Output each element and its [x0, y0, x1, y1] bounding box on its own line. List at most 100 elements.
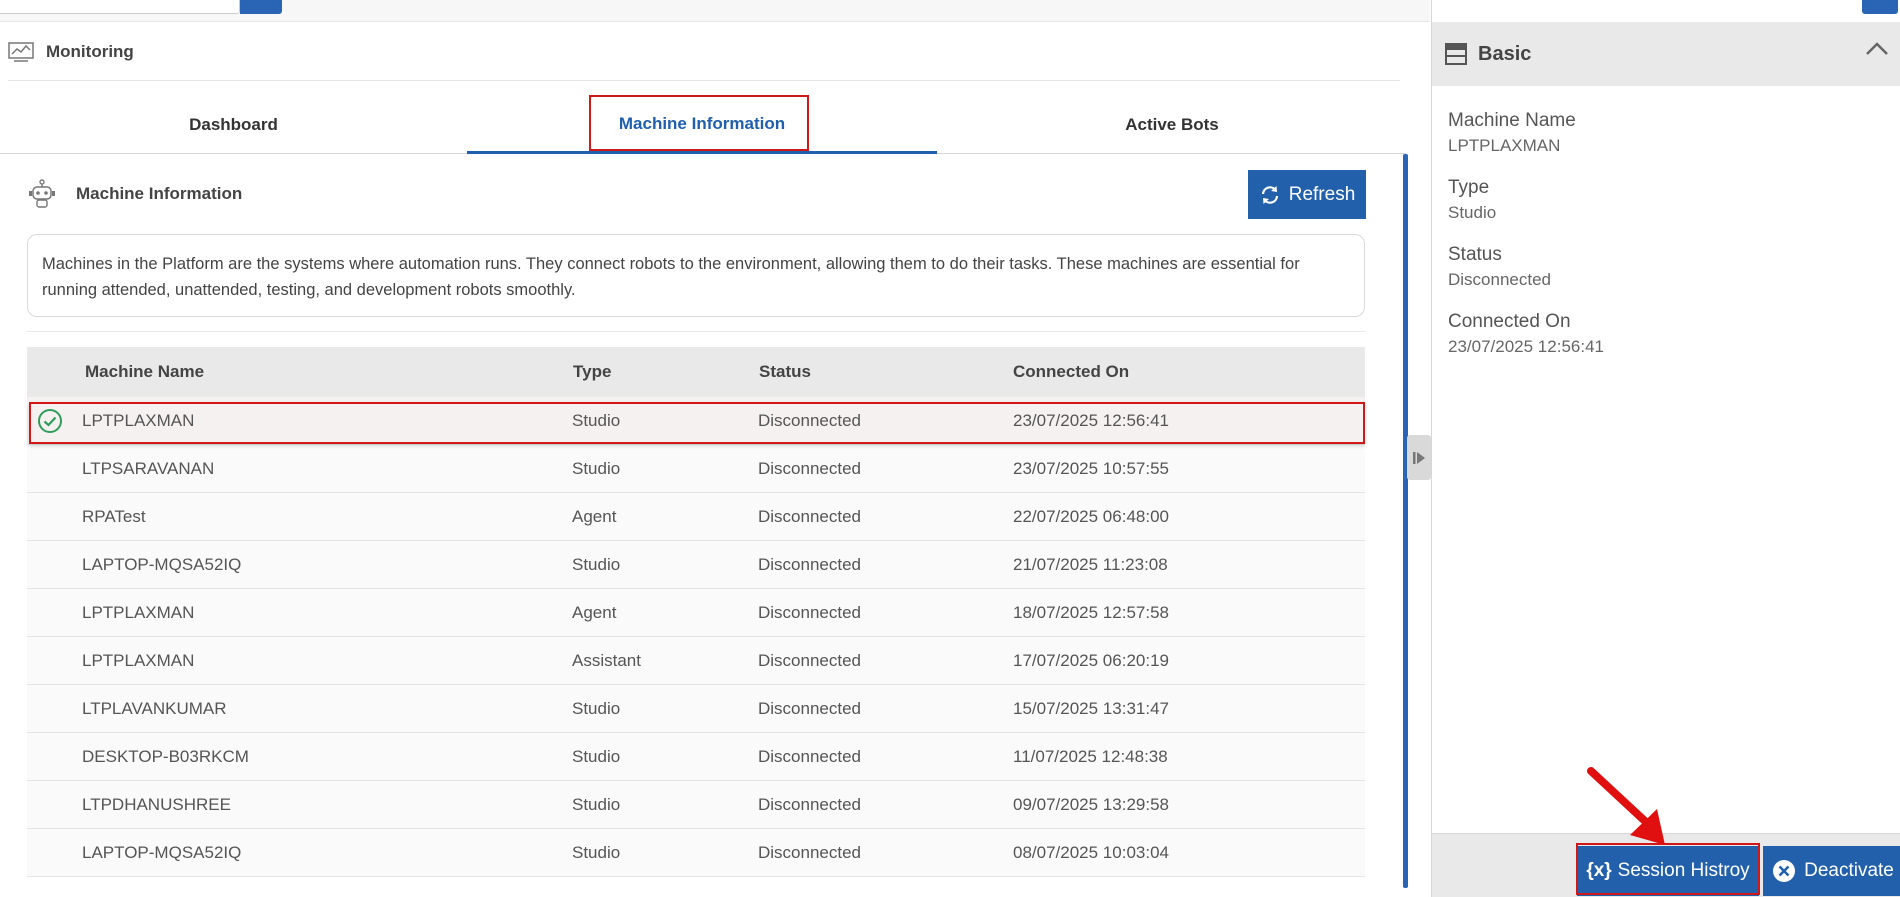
- cell-type: Studio: [572, 843, 621, 862]
- column-header-machine-name[interactable]: Machine Name: [85, 347, 204, 397]
- field-value: Studio: [1448, 203, 1497, 222]
- cell-machine-name: LPTPLAXMAN: [82, 603, 195, 622]
- cell-connected-on: 08/07/2025 10:03:04: [1013, 843, 1169, 862]
- cell-machine-name: LAPTOP-MQSA52IQ: [82, 555, 242, 574]
- field-connected-on: Connected On 23/07/2025 12:56:41: [1448, 311, 1604, 357]
- cell-type: Studio: [572, 459, 621, 478]
- collapse-panel-handle[interactable]: [1407, 435, 1431, 480]
- cell-status: Disconnected: [758, 459, 862, 478]
- variable-icon: {x}: [1586, 860, 1612, 881]
- field-label: Type: [1448, 177, 1490, 198]
- cell-status: Disconnected: [758, 603, 862, 622]
- cell-connected-on: 15/07/2025 13:31:47: [1013, 699, 1169, 718]
- cell-type: Studio: [572, 795, 621, 814]
- annotation-arrow-icon: [1587, 767, 1665, 845]
- table-row[interactable]: LAPTOP-MQSA52IQ Studio Disconnected 08/0…: [27, 829, 1365, 877]
- deactivate-button[interactable]: Deactivate: [1763, 846, 1900, 896]
- cell-type: Assistant: [572, 651, 641, 670]
- description-text: Machines in the Platform are the systems…: [42, 255, 1300, 299]
- cell-status: Disconnected: [758, 747, 862, 766]
- field-value: LPTPLAXMAN: [1448, 136, 1561, 155]
- field-label: Connected On: [1448, 311, 1571, 332]
- cell-type: Agent: [572, 603, 617, 622]
- column-header-type[interactable]: Type: [573, 347, 611, 397]
- table-row[interactable]: LTPLAVANKUMAR Studio Disconnected 15/07/…: [27, 685, 1365, 733]
- column-header-connected-on[interactable]: Connected On: [1013, 347, 1129, 397]
- cell-status: Disconnected: [758, 843, 862, 862]
- table-row[interactable]: LAPTOP-MQSA52IQ Studio Disconnected 21/0…: [27, 541, 1365, 589]
- cell-machine-name: RPATest: [82, 507, 146, 526]
- refresh-button[interactable]: Refresh: [1248, 170, 1366, 219]
- side-top-button[interactable]: [1862, 0, 1898, 14]
- basic-section-header[interactable]: Basic: [1432, 22, 1900, 86]
- refresh-label: Refresh: [1288, 183, 1356, 205]
- tab-label: Active Bots: [1125, 115, 1219, 134]
- field-status: Status Disconnected: [1448, 244, 1551, 290]
- tab-label: Dashboard: [189, 115, 278, 134]
- section-title: Monitoring: [46, 42, 134, 61]
- column-header-status[interactable]: Status: [759, 347, 811, 397]
- tab-dashboard[interactable]: Dashboard: [0, 96, 467, 154]
- chevron-up-icon[interactable]: [1864, 40, 1890, 58]
- main-area: Monitoring Dashboard Machine Information…: [0, 0, 1431, 897]
- machine-info-title: Machine Information: [76, 184, 243, 203]
- deactivate-label: Deactivate: [1804, 860, 1894, 881]
- form-icon: [1445, 43, 1467, 65]
- collapse-arrow-icon: [1413, 451, 1425, 464]
- table-row[interactable]: DESKTOP-B03RKCM Studio Disconnected 11/0…: [27, 733, 1365, 781]
- search-button[interactable]: [240, 0, 282, 14]
- field-value: 23/07/2025 12:56:41: [1448, 337, 1604, 356]
- table-row[interactable]: LTPSARAVANAN Studio Disconnected 23/07/2…: [27, 445, 1365, 493]
- cell-machine-name: DESKTOP-B03RKCM: [82, 747, 249, 766]
- tab-label: Machine Information: [618, 113, 786, 133]
- description-box: Machines in the Platform are the systems…: [27, 234, 1365, 317]
- cell-status: Disconnected: [758, 555, 862, 574]
- monitoring-heading: Monitoring: [8, 40, 134, 64]
- cell-type: Agent: [572, 507, 617, 526]
- table-row[interactable]: RPATest Agent Disconnected 22/07/2025 06…: [27, 493, 1365, 541]
- side-top-bar: [1432, 0, 1900, 22]
- tab-active-bots[interactable]: Active Bots: [937, 96, 1407, 154]
- cell-status: Disconnected: [758, 651, 862, 670]
- cell-type: Studio: [572, 411, 621, 430]
- cell-connected-on: 18/07/2025 12:57:58: [1013, 603, 1169, 622]
- field-machine-name: Machine Name LPTPLAXMAN: [1448, 110, 1576, 156]
- cell-status: Disconnected: [758, 699, 862, 718]
- session-history-label: Session Histroy: [1617, 860, 1750, 881]
- cell-status: Disconnected: [758, 795, 862, 814]
- cell-connected-on: 11/07/2025 12:48:38: [1013, 747, 1168, 766]
- cell-connected-on: 22/07/2025 06:48:00: [1013, 507, 1169, 526]
- cell-machine-name: LTPLAVANKUMAR: [82, 699, 227, 718]
- basic-section-title: Basic: [1478, 42, 1532, 65]
- cell-type: Studio: [572, 747, 621, 766]
- monitor-chart-icon: [8, 42, 34, 62]
- refresh-icon: [1261, 185, 1278, 204]
- field-value: Disconnected: [1448, 270, 1552, 289]
- table-row[interactable]: LTPDHANUSHREE Studio Disconnected 09/07/…: [27, 781, 1365, 829]
- vertical-scrollbar[interactable]: [1403, 154, 1408, 888]
- cell-machine-name: LPTPLAXMAN: [82, 651, 195, 670]
- machine-info-header: Machine Information: [26, 178, 242, 210]
- cell-machine-name: LPTPLAXMAN: [82, 411, 195, 430]
- details-side-panel: Basic Machine Name LPTPLAXMAN Type Studi…: [1431, 0, 1900, 897]
- cell-machine-name: LTPSARAVANAN: [82, 459, 215, 478]
- search-input[interactable]: [0, 0, 240, 14]
- check-circle-icon: [38, 409, 62, 433]
- tab-bar: Dashboard Machine Information Active Bot…: [0, 96, 1406, 154]
- table-row[interactable]: LPTPLAXMAN Assistant Disconnected 17/07/…: [27, 637, 1365, 685]
- cell-connected-on: 09/07/2025 13:29:58: [1013, 795, 1169, 814]
- divider: [8, 80, 1400, 81]
- table-header: Machine Name Type Status Connected On: [27, 347, 1365, 397]
- machines-table: Machine Name Type Status Connected On LP…: [27, 347, 1365, 877]
- table-row[interactable]: LPTPLAXMAN Studio Disconnected 23/07/202…: [27, 397, 1365, 445]
- field-type: Type Studio: [1448, 177, 1496, 223]
- divider: [27, 331, 1365, 332]
- table-row[interactable]: LPTPLAXMAN Agent Disconnected 18/07/2025…: [27, 589, 1365, 637]
- field-label: Status: [1448, 244, 1502, 265]
- session-history-button[interactable]: {x} Session Histroy: [1577, 846, 1759, 896]
- cell-machine-name: LTPDHANUSHREE: [82, 795, 231, 814]
- close-circle-icon: [1773, 860, 1796, 882]
- cell-connected-on: 21/07/2025 11:23:08: [1013, 555, 1168, 574]
- cell-connected-on: 23/07/2025 10:57:55: [1013, 459, 1169, 478]
- tab-machine-information[interactable]: Machine Information: [467, 96, 937, 154]
